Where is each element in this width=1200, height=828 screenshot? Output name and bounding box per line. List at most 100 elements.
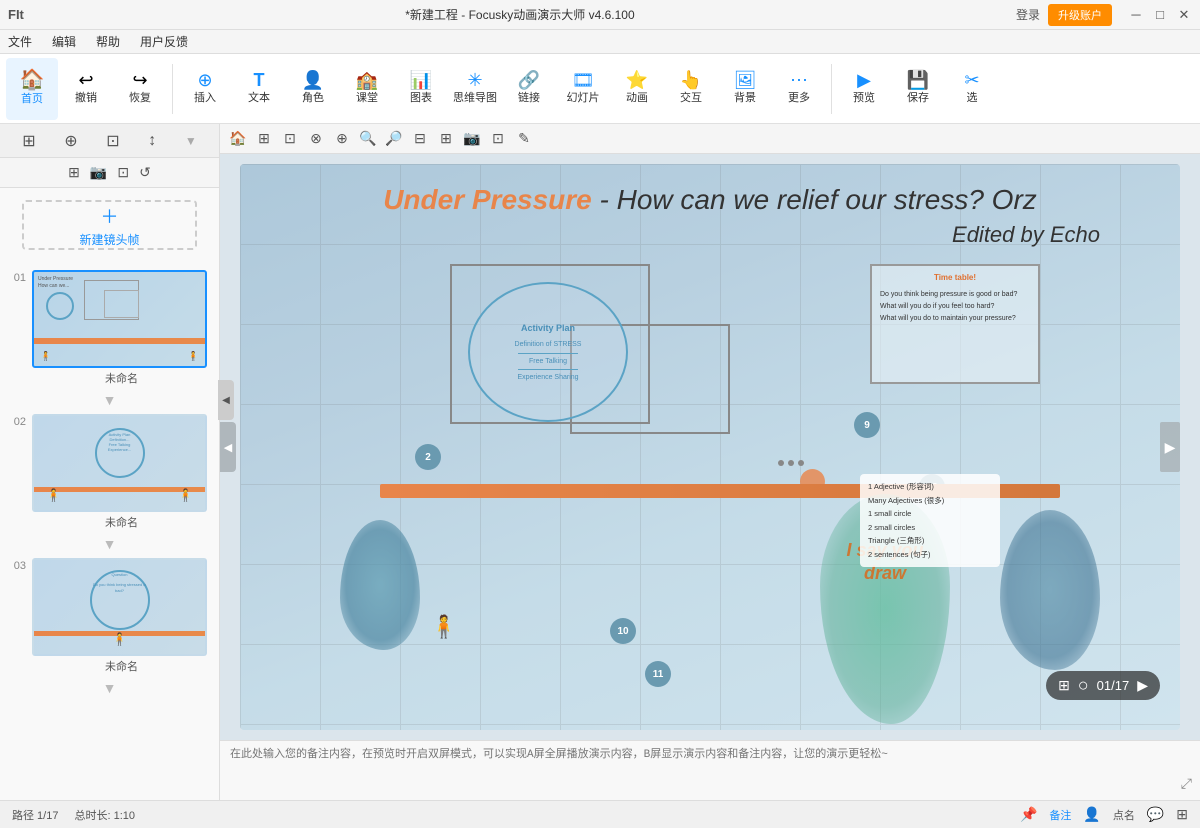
close-button[interactable]: ✕ — [1176, 7, 1192, 23]
sidebar-scroll-down[interactable]: ▼ — [185, 134, 197, 148]
notes-expand-icon[interactable]: ⤢ — [1181, 775, 1192, 792]
toolbar-text[interactable]: T 文本 — [233, 58, 285, 120]
toolbar-background[interactable]: 🖼 背景 — [719, 58, 771, 120]
notes-btn[interactable]: 备注 — [1049, 807, 1071, 823]
toolbar-interact[interactable]: 👆 交互 — [665, 58, 717, 120]
crop-icon[interactable]: ⊡ — [117, 164, 129, 181]
toolbar-chart[interactable]: 📊 图表 — [395, 58, 447, 120]
time-panel[interactable]: Time table! Do you think being pressure … — [870, 264, 1040, 384]
slide-thumb-1[interactable]: Under PressureHow can we... 🧍 🧍 — [32, 270, 207, 368]
toolbar-more-label: 更多 — [788, 92, 810, 105]
counter-prev-btn[interactable]: ⊞ — [1058, 677, 1070, 694]
canvas-subtitle[interactable]: Edited by Echo — [952, 222, 1100, 248]
copy-tool-icon[interactable]: ⊞ — [254, 129, 274, 149]
nav-left-icon: ◀ — [224, 441, 232, 454]
camera-icon[interactable]: 📷 — [90, 164, 107, 181]
info-item-1: 1 Adjective (形容词) — [868, 480, 992, 494]
slide-thumb-3[interactable]: QuestionDo you think being stressed is b… — [32, 558, 207, 656]
new-slide-button[interactable]: ＋ 新建镜头帧 — [22, 200, 197, 250]
zoom-in-icon[interactable]: 🔍 — [358, 129, 378, 149]
slide-1-bar — [34, 338, 205, 344]
paste-tool-icon[interactable]: ⊡ — [280, 129, 300, 149]
toolbar-text-label: 文本 — [248, 92, 270, 105]
menu-edit[interactable]: 编辑 — [52, 33, 76, 50]
select-icon: ✂ — [964, 71, 979, 89]
canvas-main-title[interactable]: Under Pressure - How can we relief our s… — [300, 184, 1120, 216]
toolbar-slides[interactable]: 🎞 幻灯片 — [557, 58, 609, 120]
toolbar-home[interactable]: 🏠 首页 — [6, 58, 58, 120]
toolbar-mindmap[interactable]: ✳ 思维导图 — [449, 58, 501, 120]
content-nav-left[interactable]: ◀ — [220, 422, 236, 472]
duplicate-tool-icon[interactable]: ⊗ — [306, 129, 326, 149]
sidebar-ctrl-4[interactable]: ↕ — [148, 132, 156, 150]
slide-item-3[interactable]: 03 QuestionDo you think being stressed i… — [0, 554, 219, 678]
minimize-button[interactable]: ─ — [1128, 7, 1144, 23]
edit-icon[interactable]: ✎ — [514, 129, 534, 149]
toolbar-undo[interactable]: ↩ 撤销 — [60, 58, 112, 120]
menu-feedback[interactable]: 用户反馈 — [140, 33, 188, 50]
toolbar-select[interactable]: ✂ 选 — [946, 58, 998, 120]
insert-icon: ⊕ — [197, 71, 212, 89]
toolbar-mindmap-label: 思维导图 — [453, 92, 497, 105]
slide-3-content: QuestionDo you think being stressed is b… — [34, 560, 205, 654]
toolbar-preview[interactable]: ▶ 预览 — [838, 58, 890, 120]
toolbar-link[interactable]: 🔗 链接 — [503, 58, 555, 120]
toolbar-save[interactable]: 💾 保存 — [892, 58, 944, 120]
toolbar-character[interactable]: 👤 角色 — [287, 58, 339, 120]
maximize-button[interactable]: □ — [1152, 7, 1168, 23]
activity-circle[interactable]: Activity Plan Definition of STRESS Free … — [468, 282, 628, 422]
dot-row — [778, 460, 804, 466]
toolbar-classroom[interactable]: 🏫 课堂 — [341, 58, 393, 120]
toolbar-insert[interactable]: ⊕ 插入 — [179, 58, 231, 120]
statusbar-share-icon[interactable]: 💬 — [1147, 806, 1164, 823]
badge-11[interactable]: 11 — [645, 661, 671, 687]
toolbar-redo[interactable]: ↪ 恢复 — [114, 58, 166, 120]
canvas[interactable]: Under Pressure - How can we relief our s… — [240, 164, 1180, 730]
statusbar-fullscreen-icon[interactable]: ⊞ — [1176, 806, 1188, 823]
login-button[interactable]: 登录 — [1016, 6, 1040, 23]
toolbar-more[interactable]: ⋯ 更多 — [773, 58, 825, 120]
menu-help[interactable]: 帮助 — [96, 33, 120, 50]
canvas-nav-right[interactable]: ▶ — [1160, 422, 1180, 472]
slide-item-1[interactable]: 01 Under PressureHow can we... 🧍 🧍 — [0, 266, 219, 390]
frame-tool-icon[interactable]: ⊕ — [332, 129, 352, 149]
time-panel-title: Time table! — [880, 272, 1030, 285]
activity-item-2: Free Talking — [529, 356, 567, 367]
home-nav-icon[interactable]: 🏠 — [228, 129, 248, 149]
camera-tool-icon[interactable]: 📷 — [462, 129, 482, 149]
canvas-toolbar: 🏠 ⊞ ⊡ ⊗ ⊕ 🔍 🔎 ⊟ ⊞ 📷 ⊡ ✎ — [220, 124, 1200, 154]
badge-10[interactable]: 10 — [610, 618, 636, 644]
notes-input[interactable] — [230, 745, 1190, 796]
badge-2[interactable]: 2 — [415, 444, 441, 470]
points-btn[interactable]: 点名 — [1113, 807, 1135, 823]
upgrade-button[interactable]: 升级账户 — [1048, 4, 1112, 26]
align-icon[interactable]: ⊟ — [410, 129, 430, 149]
menu-file[interactable]: 文件 — [8, 33, 32, 50]
slide-thumb-2[interactable]: Activity PlanDefinition...Free TalkingEx… — [32, 414, 207, 512]
content-area: 🏠 ⊞ ⊡ ⊗ ⊕ 🔍 🔎 ⊟ ⊞ 📷 ⊡ ✎ Under Pressure — [220, 124, 1200, 800]
zoom-out-icon[interactable]: 🔎 — [384, 129, 404, 149]
sidebar-ctrl-1[interactable]: ⊞ — [22, 131, 35, 151]
toolbar-background-label: 背景 — [734, 92, 756, 105]
sidebar-ctrl-3[interactable]: ⊡ — [106, 131, 119, 151]
sidebar-ctrl-2[interactable]: ⊕ — [64, 131, 77, 151]
slide-thumb-container-1: Under PressureHow can we... 🧍 🧍 未命名 — [32, 270, 211, 386]
copy-frame-icon[interactable]: ⊞ — [68, 164, 80, 181]
toolbar-undo-label: 撤销 — [75, 92, 97, 105]
distribute-icon[interactable]: ⊞ — [436, 129, 456, 149]
slide-connector-1: ▼ — [0, 390, 219, 410]
statusbar-user-icon[interactable]: 👤 — [1083, 806, 1100, 823]
frame-box-icon[interactable]: ⊡ — [488, 129, 508, 149]
slide-item-2[interactable]: 02 Activity PlanDefinition...Free Talkin… — [0, 410, 219, 534]
slide-3-text: QuestionDo you think being stressed is b… — [92, 572, 147, 593]
slide-1-box2 — [104, 290, 139, 318]
counter-next-btn[interactable]: ▶ — [1137, 677, 1148, 694]
sidebar-collapse-button[interactable]: ◀ — [218, 380, 234, 420]
rotate-icon[interactable]: ↺ — [139, 164, 151, 181]
info-item-5: Triangle (三角形) — [868, 534, 992, 548]
statusbar-notes-icon[interactable]: 📌 — [1020, 806, 1037, 823]
badge-9[interactable]: 9 — [854, 412, 880, 438]
toolbar-animation[interactable]: ⭐ 动画 — [611, 58, 663, 120]
toolbar-insert-label: 插入 — [194, 92, 216, 105]
home-icon: 🏠 — [20, 70, 45, 90]
